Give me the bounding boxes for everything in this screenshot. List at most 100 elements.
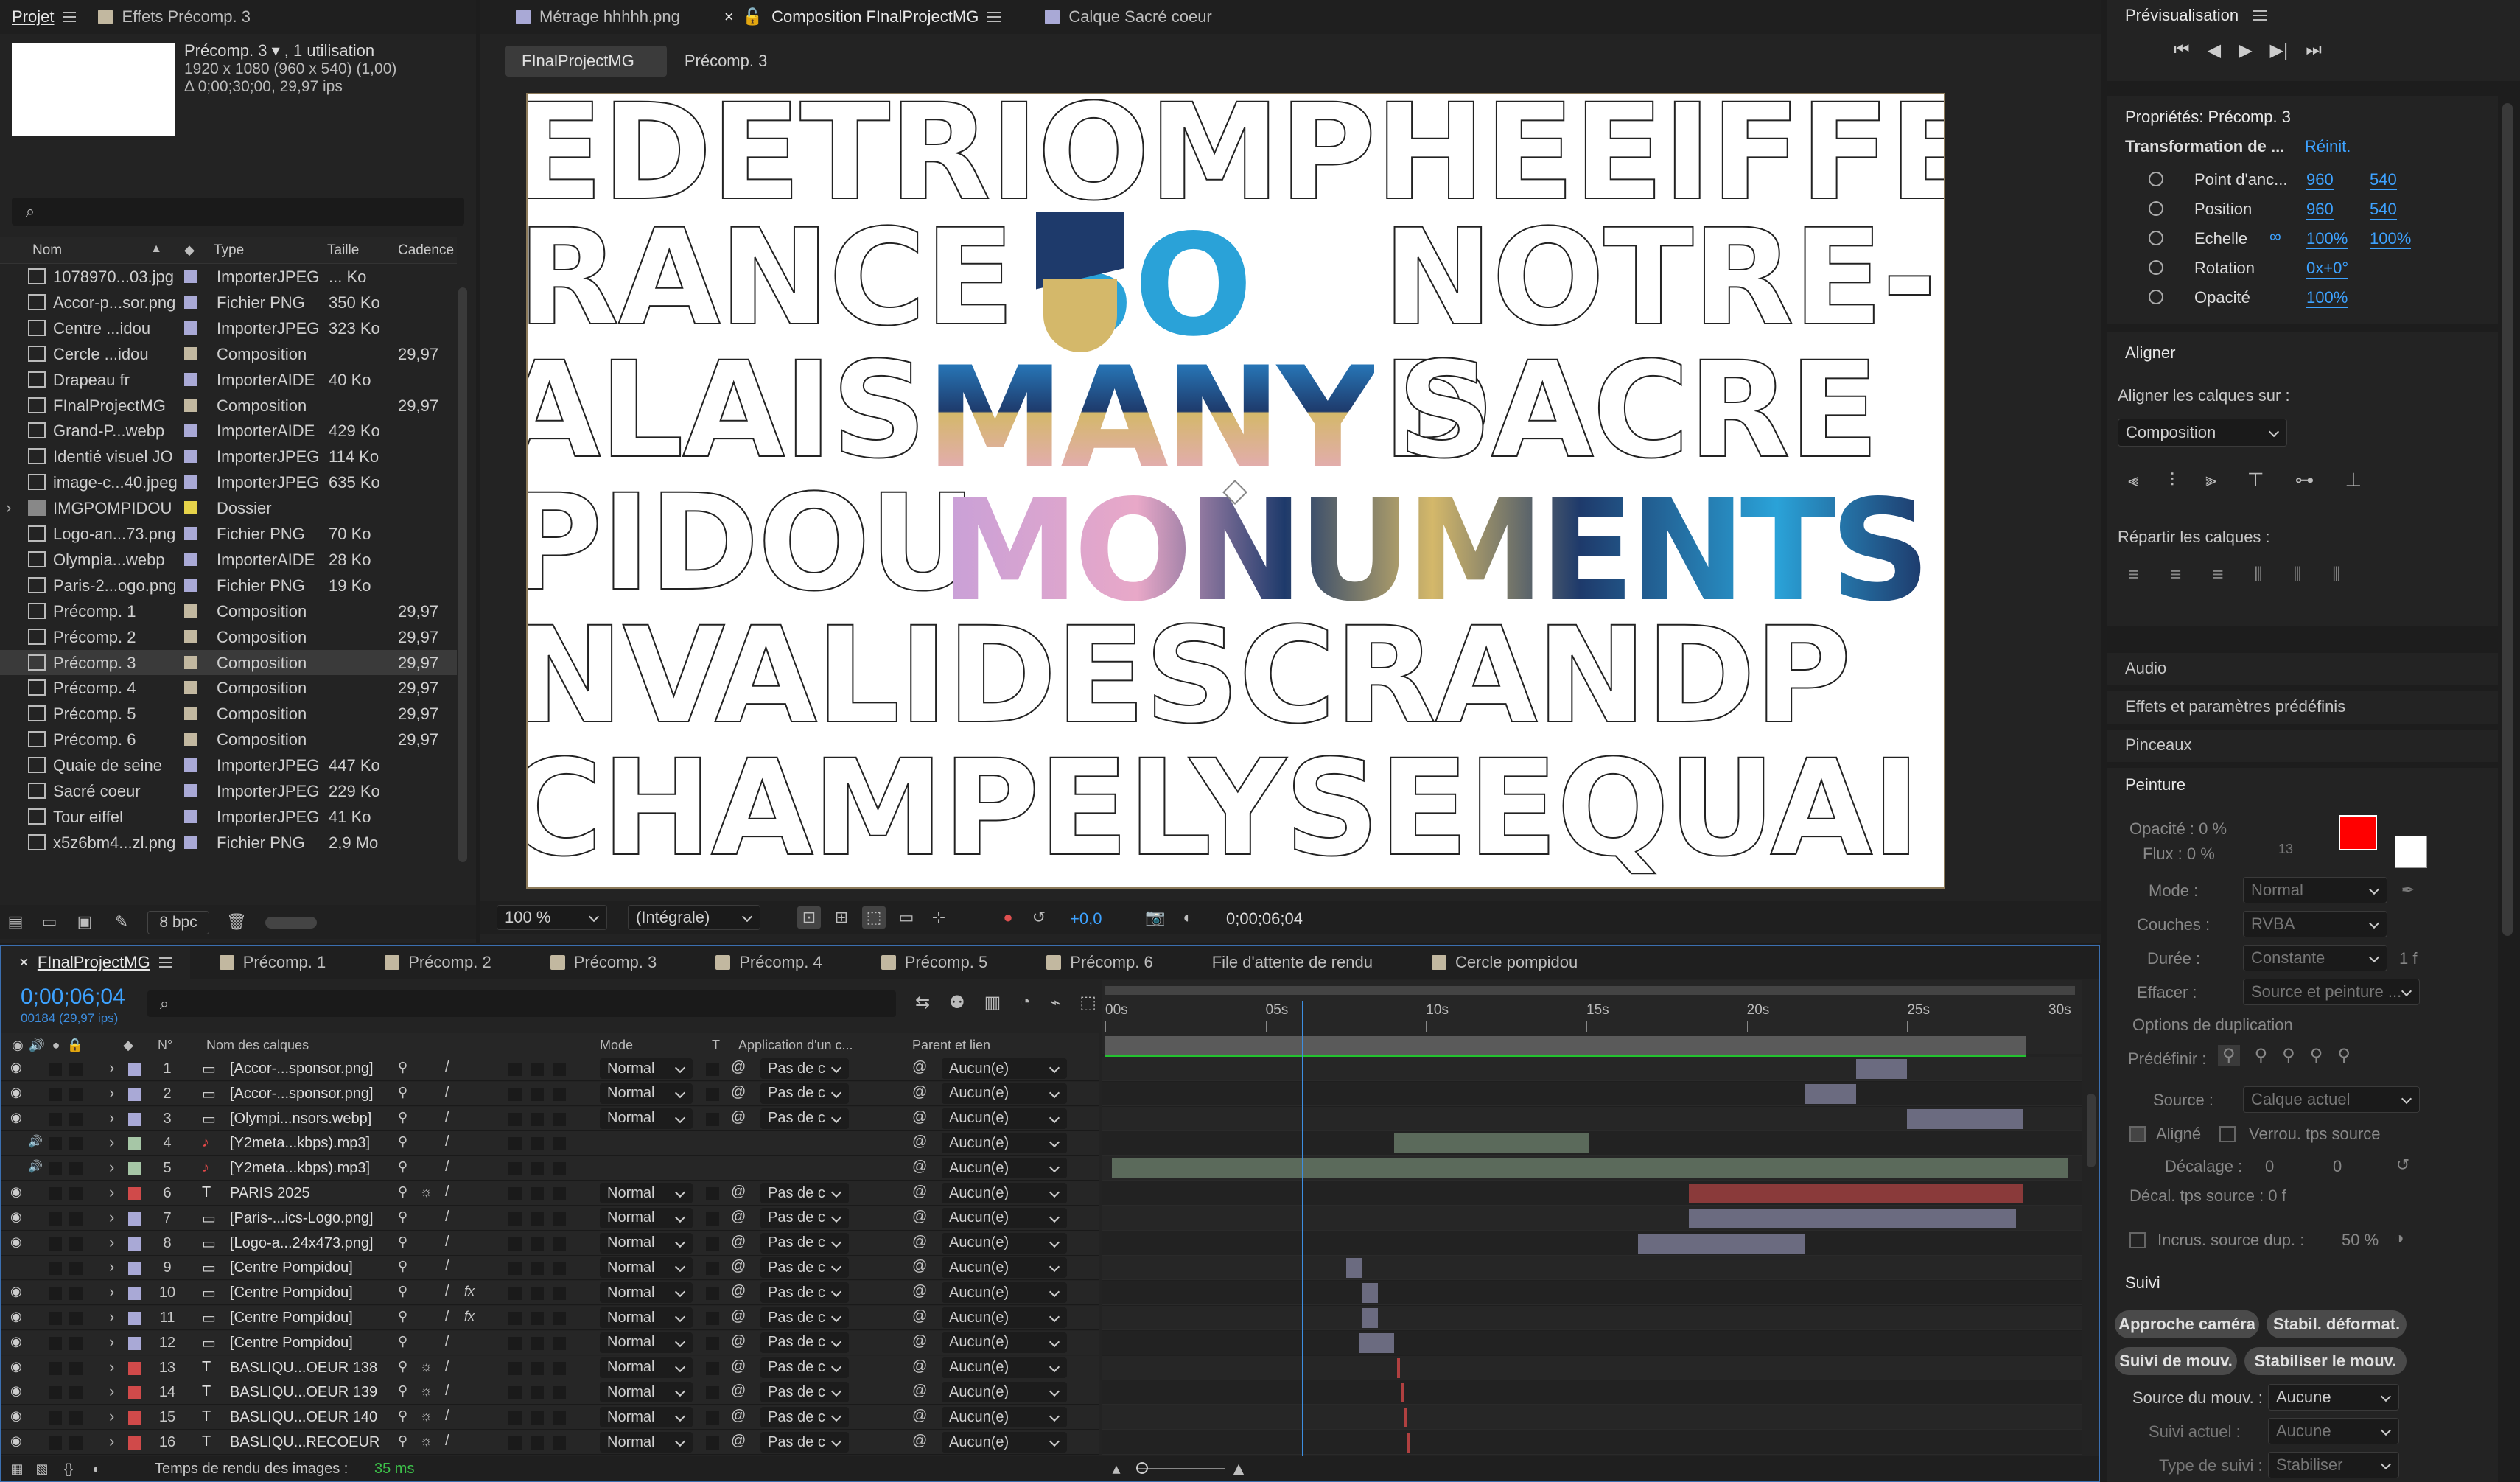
layer-duration-bar[interactable] [1637, 1233, 1805, 1254]
project-item[interactable]: FInalProjectMG Composition 29,97 [0, 393, 457, 418]
project-item[interactable]: › IMGPOMPIDOU Dossier [0, 495, 457, 520]
track-matte-dropdown[interactable]: Pas de c [760, 1108, 849, 1129]
quality-switch-icon[interactable]: / [445, 1209, 449, 1226]
shy-switch-icon[interactable]: ⚲ [398, 1309, 407, 1324]
matte-pickwhip-icon[interactable]: @ [731, 1234, 746, 1251]
matte-pickwhip-icon[interactable]: @ [731, 1358, 746, 1375]
label-swatch[interactable] [184, 295, 197, 309]
label-swatch[interactable] [184, 501, 197, 515]
adjustment-switch[interactable] [531, 1262, 544, 1276]
solo-toggle[interactable] [49, 1187, 62, 1200]
panel-menu-icon[interactable] [158, 957, 172, 968]
project-item[interactable]: Quaie de seine ImporterJPEG 447 Ko [0, 752, 457, 777]
project-item[interactable]: Cercle ...idou Composition 29,97 [0, 341, 457, 366]
quality-switch-icon[interactable]: / [445, 1358, 449, 1375]
motion-blur-switch[interactable] [508, 1137, 522, 1151]
matte-pickwhip-icon[interactable]: @ [731, 1308, 746, 1325]
layer-row[interactable]: ◉ › 13 T BASLIQU...OEUR 138 ⚲ ☼ / Normal @ Pas de … [1, 1355, 1099, 1380]
draft-3d-icon[interactable]: ⬚ [1079, 992, 1096, 1013]
3d-switch[interactable] [553, 1237, 566, 1251]
parent-dropdown[interactable]: Aucun(e) [942, 1407, 1067, 1428]
parent-dropdown[interactable]: Aucun(e) [942, 1382, 1067, 1403]
layer-row[interactable]: › 9 ▭ [Centre Pompidou] ⚲ / Normal @ Pas de c @ Au… [1, 1256, 1099, 1281]
quality-switch-icon[interactable]: / [445, 1158, 449, 1175]
blend-mode-dropdown[interactable]: Normal [600, 1257, 693, 1279]
layer-label-swatch[interactable] [128, 1262, 141, 1276]
fast-preview-icon[interactable]: ⊡ [797, 906, 821, 929]
label-swatch[interactable] [184, 346, 197, 360]
layer-name[interactable]: [Centre Pompidou] [230, 1259, 392, 1276]
fx-switch-icon[interactable]: fx [464, 1309, 475, 1324]
shy-switch-icon[interactable]: ⚲ [398, 1284, 407, 1299]
motion-blur-switch[interactable] [508, 1361, 522, 1375]
motion-blur-switch[interactable] [508, 1411, 522, 1425]
reset-exposure-icon[interactable]: ↺ [1027, 906, 1051, 929]
project-item[interactable]: Précomp. 2 Composition 29,97 [0, 624, 457, 649]
layer-label-swatch[interactable] [128, 1411, 141, 1425]
col-layer-name[interactable]: Nom des calques [206, 1038, 309, 1053]
dist-left-icon[interactable]: ⫴ [2255, 563, 2263, 587]
panel-menu-icon[interactable] [987, 12, 1001, 22]
property-value-1[interactable]: 960 [2306, 200, 2334, 220]
lock-toggle[interactable] [69, 1112, 83, 1126]
preserve-transparency-toggle[interactable] [706, 1436, 719, 1450]
label-swatch[interactable] [184, 475, 197, 489]
motion-blur-switch[interactable] [508, 1436, 522, 1450]
visibility-eye-icon[interactable]: ◉ [10, 1309, 22, 1324]
constrain-link-icon[interactable]: ∞ [2269, 227, 2281, 246]
background-color-swatch[interactable] [2395, 836, 2427, 868]
lock-toggle[interactable] [69, 1087, 83, 1101]
col-rate[interactable]: Cadence [398, 242, 454, 259]
zoom-slider-thumb[interactable] [1136, 1462, 1148, 1474]
warp-stabilizer-button[interactable]: Stabil. déformat. [2267, 1310, 2407, 1338]
adjustment-switch[interactable] [531, 1287, 544, 1301]
layer-duration-bar[interactable] [1907, 1108, 2023, 1129]
solo-toggle[interactable] [49, 1287, 62, 1301]
parent-pickwhip-icon[interactable]: @ [912, 1408, 927, 1425]
parent-pickwhip-icon[interactable]: @ [912, 1358, 927, 1375]
shy-switch-icon[interactable]: ⚲ [398, 1209, 407, 1225]
layer-label-swatch[interactable] [128, 1112, 141, 1126]
tab-footage[interactable]: Métrage hhhhh.png [516, 7, 680, 27]
matte-pickwhip-icon[interactable]: @ [731, 1184, 746, 1200]
motion-blur-switch[interactable] [508, 1112, 522, 1126]
adjustment-switch[interactable] [531, 1187, 544, 1200]
parent-dropdown[interactable]: Aucun(e) [942, 1158, 1067, 1179]
label-swatch[interactable] [184, 604, 197, 618]
layer-name[interactable]: [Logo-a...24x473.png] [230, 1235, 392, 1252]
dist-hcenter-icon[interactable]: ⫴ [2293, 563, 2301, 587]
layer-duration-bar[interactable] [1689, 1208, 2017, 1228]
tab-layer[interactable]: Calque Sacré coeur [1045, 7, 1212, 27]
solo-toggle[interactable] [49, 1112, 62, 1126]
layer-name[interactable]: [Y2meta...kbps).mp3] [230, 1135, 392, 1152]
layer-name[interactable]: [Paris-...ics-Logo.png] [230, 1210, 392, 1227]
label-swatch[interactable] [184, 578, 197, 592]
parent-dropdown[interactable]: Aucun(e) [942, 1232, 1067, 1254]
audio-panel[interactable]: Audio [2107, 653, 2498, 685]
quality-switch-icon[interactable]: / [445, 1109, 449, 1126]
3d-switch[interactable] [553, 1436, 566, 1450]
first-frame-icon[interactable]: ⏮ [2174, 40, 2190, 61]
layer-row[interactable]: ◉ › 10 ▭ [Centre Pompidou] ⚲ / fx Normal @ Pas de … [1, 1281, 1099, 1306]
paint-flow[interactable]: Flux : 0 % [2143, 845, 2215, 864]
layer-duration-bar[interactable] [1362, 1283, 1379, 1304]
lock-toggle[interactable] [69, 1436, 83, 1450]
3d-switch[interactable] [553, 1287, 566, 1301]
stopwatch-icon[interactable] [2149, 260, 2163, 275]
motion-blur-icon[interactable]: ◔ [1020, 992, 1031, 1013]
preserve-transparency-toggle[interactable] [706, 1336, 719, 1350]
preserve-transparency-toggle[interactable] [706, 1262, 719, 1276]
shy-switch-icon[interactable]: ⚲ [398, 1159, 407, 1175]
playhead[interactable] [1301, 1001, 1303, 1458]
exposure-value[interactable]: +0,0 [1070, 909, 1102, 929]
aligned-checkbox[interactable] [2129, 1126, 2146, 1142]
parent-pickwhip-icon[interactable]: @ [912, 1184, 927, 1200]
quality-switch-icon[interactable]: / [445, 1433, 449, 1450]
expand-arrow-icon[interactable]: › [109, 1432, 114, 1451]
timeline-tab[interactable]: Précomp. 4 [686, 946, 852, 979]
visibility-eye-icon[interactable]: ◉ [10, 1433, 22, 1449]
project-item[interactable]: Logo-an...73.png Fichier PNG 70 Ko [0, 521, 457, 546]
time-ruler[interactable]: 00s 05s 10s 15s 20s 25s 30s [1102, 980, 2082, 1058]
preserve-transparency-toggle[interactable] [706, 1063, 719, 1076]
stopwatch-icon[interactable] [2149, 231, 2163, 245]
